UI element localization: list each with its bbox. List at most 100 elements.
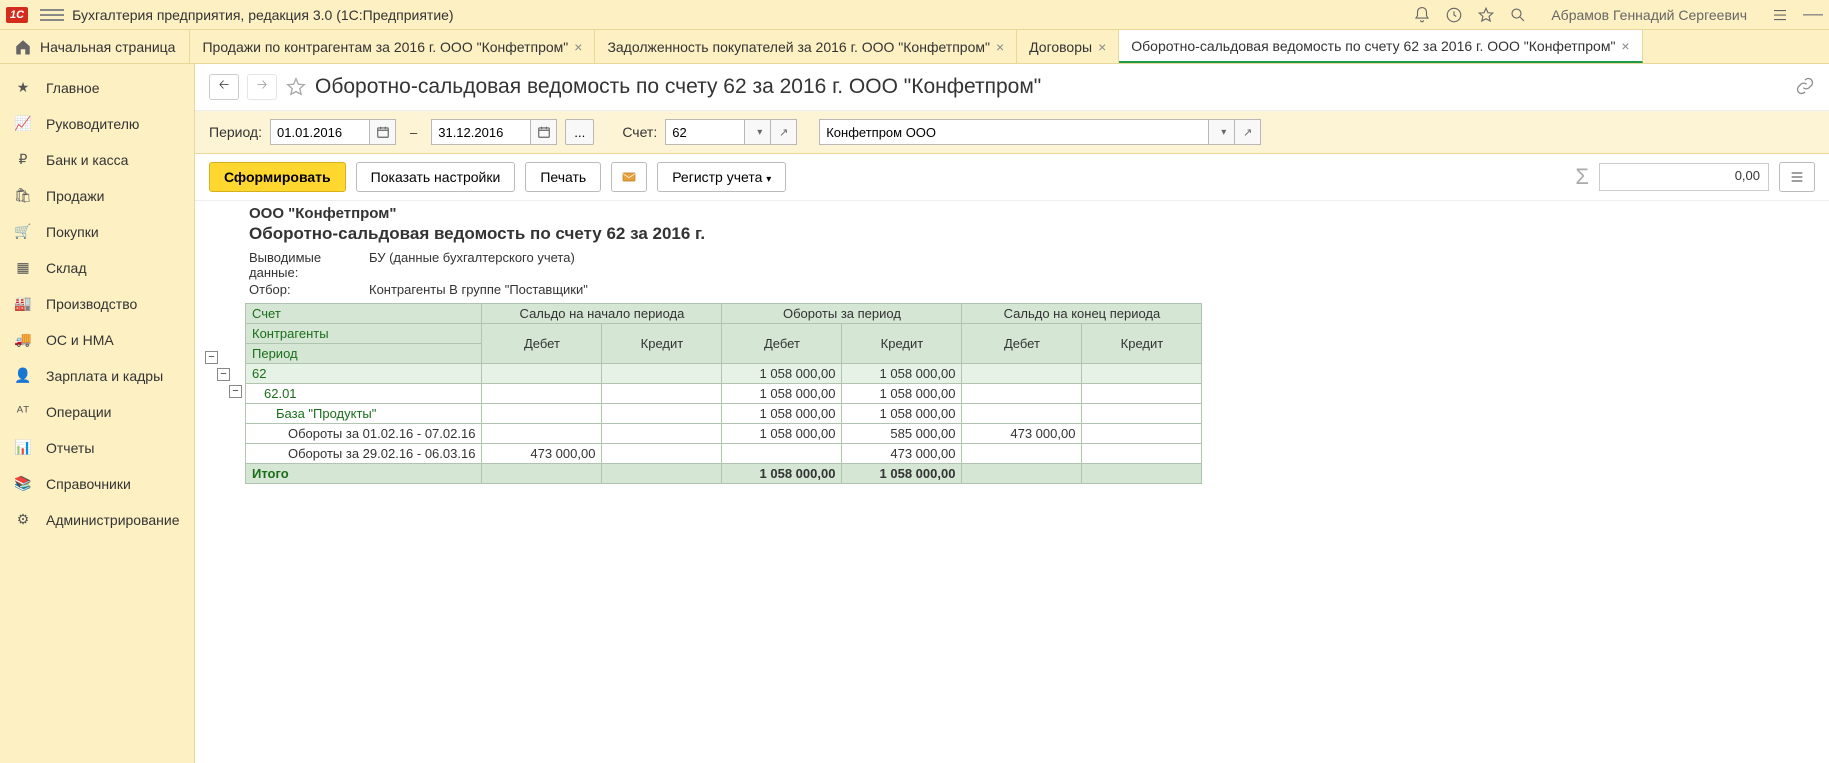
row-label: 62.01	[246, 384, 482, 404]
sidebar-item[interactable]: 🏭Производство	[0, 286, 194, 322]
row-value	[482, 364, 602, 384]
row-label: 62	[246, 364, 482, 384]
favorite-star-icon[interactable]	[285, 76, 307, 98]
row-value	[482, 424, 602, 444]
sidebar-item[interactable]: 🛍Продажи	[0, 178, 194, 214]
sidebar-label: Операции	[46, 404, 112, 420]
home-icon	[14, 38, 32, 56]
sidebar-item[interactable]: ⚙Администрирование	[0, 502, 194, 538]
minimize-icon[interactable]: —	[1803, 3, 1823, 26]
account-input[interactable]	[665, 119, 745, 145]
meta2-label: Отбор:	[249, 282, 369, 297]
report-title: Оборотно-сальдовая ведомость по счету 62…	[249, 224, 1815, 244]
caption-menu-icon[interactable]	[1771, 6, 1789, 24]
account-open-icon[interactable]: ↗	[771, 119, 797, 145]
close-icon[interactable]: ×	[996, 39, 1004, 55]
sidebar-item[interactable]: ᴬᵀОперации	[0, 394, 194, 430]
table-row[interactable]: 621 058 000,001 058 000,00	[246, 364, 1202, 384]
bell-icon[interactable]	[1413, 6, 1431, 24]
period-select-button[interactable]: ...	[565, 119, 594, 145]
sidebar-item[interactable]: 📊Отчеты	[0, 430, 194, 466]
th-credit: Кредит	[1082, 324, 1202, 364]
tree-toggle[interactable]: −	[205, 351, 218, 364]
calendar-to-icon[interactable]	[531, 119, 557, 145]
row-value	[962, 364, 1082, 384]
row-value: 1 058 000,00	[722, 424, 842, 444]
dash: –	[410, 125, 417, 140]
sidebar-icon: ▦	[14, 259, 32, 277]
row-value	[602, 404, 722, 424]
row-value: 473 000,00	[842, 444, 962, 464]
org-input[interactable]	[819, 119, 1209, 145]
sidebar-icon: 📈	[14, 115, 32, 133]
tab-label: Продажи по контрагентам за 2016 г. ООО "…	[202, 39, 568, 55]
row-value	[1082, 384, 1202, 404]
table-row[interactable]: База "Продукты"1 058 000,001 058 000,00	[246, 404, 1202, 424]
account-dropdown-icon[interactable]	[745, 119, 771, 145]
report-table: Счет Сальдо на начало периода Обороты за…	[245, 303, 1202, 484]
show-settings-button[interactable]: Показать настройки	[356, 162, 516, 192]
more-button[interactable]	[1779, 162, 1815, 192]
meta1-value: БУ (данные бухгалтерского учета)	[369, 250, 575, 280]
forward-button[interactable]: 🡢	[247, 74, 277, 100]
close-icon[interactable]: ×	[1621, 38, 1629, 54]
register-button[interactable]: Регистр учета ▾	[657, 162, 786, 192]
star-icon[interactable]	[1477, 6, 1495, 24]
report-org: ООО "Конфетпром"	[249, 205, 1815, 222]
report-area: − − − ООО "Конфетпром" Оборотно-сальдова…	[195, 201, 1829, 498]
sidebar-item[interactable]: 📈Руководителю	[0, 106, 194, 142]
history-icon[interactable]	[1445, 6, 1463, 24]
sidebar-item[interactable]: 🛒Покупки	[0, 214, 194, 250]
table-row[interactable]: 62.011 058 000,001 058 000,00	[246, 384, 1202, 404]
table-row[interactable]: Обороты за 01.02.16 - 07.02.161 058 000,…	[246, 424, 1202, 444]
generate-button[interactable]: Сформировать	[209, 162, 346, 192]
sidebar-icon: ⚙	[14, 511, 32, 529]
page-title: Оборотно-сальдовая ведомость по счету 62…	[315, 75, 1041, 99]
row-value: 1 058 000,00	[722, 404, 842, 424]
row-value	[482, 384, 602, 404]
close-icon[interactable]: ×	[1098, 39, 1106, 55]
sidebar-icon: 📚	[14, 475, 32, 493]
close-icon[interactable]: ×	[574, 39, 582, 55]
tab[interactable]: Договоры×	[1017, 30, 1119, 63]
row-value	[962, 444, 1082, 464]
sum-box: 0,00	[1599, 163, 1769, 191]
row-value	[482, 404, 602, 424]
calendar-from-icon[interactable]	[370, 119, 396, 145]
total-value	[1082, 464, 1202, 484]
sidebar-item[interactable]: 📚Справочники	[0, 466, 194, 502]
sidebar-item[interactable]: ₽Банк и касса	[0, 142, 194, 178]
sidebar-label: Главное	[46, 80, 100, 96]
date-to-input[interactable]	[431, 119, 531, 145]
link-icon[interactable]	[1795, 76, 1815, 99]
sidebar-item[interactable]: ★Главное	[0, 70, 194, 106]
sidebar-item[interactable]: 🚚ОС и НМА	[0, 322, 194, 358]
tab[interactable]: Оборотно-сальдовая ведомость по счету 62…	[1119, 30, 1642, 63]
search-icon[interactable]	[1509, 6, 1527, 24]
table-row[interactable]: Обороты за 29.02.16 - 06.03.16473 000,00…	[246, 444, 1202, 464]
tree-toggle[interactable]: −	[217, 368, 230, 381]
sidebar-item[interactable]: 👤Зарплата и кадры	[0, 358, 194, 394]
th-debit: Дебет	[482, 324, 602, 364]
sidebar-item[interactable]: ▦ Склад	[0, 250, 194, 286]
row-value	[962, 404, 1082, 424]
home-tab-label: Начальная страница	[40, 39, 175, 55]
back-button[interactable]: 🡠	[209, 74, 239, 100]
row-value: 1 058 000,00	[722, 364, 842, 384]
org-dropdown-icon[interactable]	[1209, 119, 1235, 145]
user-name[interactable]: Абрамов Геннадий Сергеевич	[1551, 7, 1747, 23]
th-counterparty: Контрагенты	[246, 324, 482, 344]
tab[interactable]: Продажи по контрагентам за 2016 г. ООО "…	[190, 30, 595, 63]
email-button[interactable]	[611, 162, 647, 192]
print-button[interactable]: Печать	[525, 162, 601, 192]
tabs-bar: Начальная страница Продажи по контрагент…	[0, 30, 1829, 64]
app-title: Бухгалтерия предприятия, редакция 3.0 (1…	[72, 7, 1413, 23]
main-menu-icon[interactable]	[40, 3, 64, 27]
org-open-icon[interactable]: ↗	[1235, 119, 1261, 145]
date-from-input[interactable]	[270, 119, 370, 145]
sidebar-label: Склад	[46, 260, 87, 276]
home-tab[interactable]: Начальная страница	[0, 30, 190, 63]
tab[interactable]: Задолженность покупателей за 2016 г. ООО…	[595, 30, 1017, 63]
row-value: 1 058 000,00	[842, 384, 962, 404]
tree-toggle[interactable]: −	[229, 385, 242, 398]
